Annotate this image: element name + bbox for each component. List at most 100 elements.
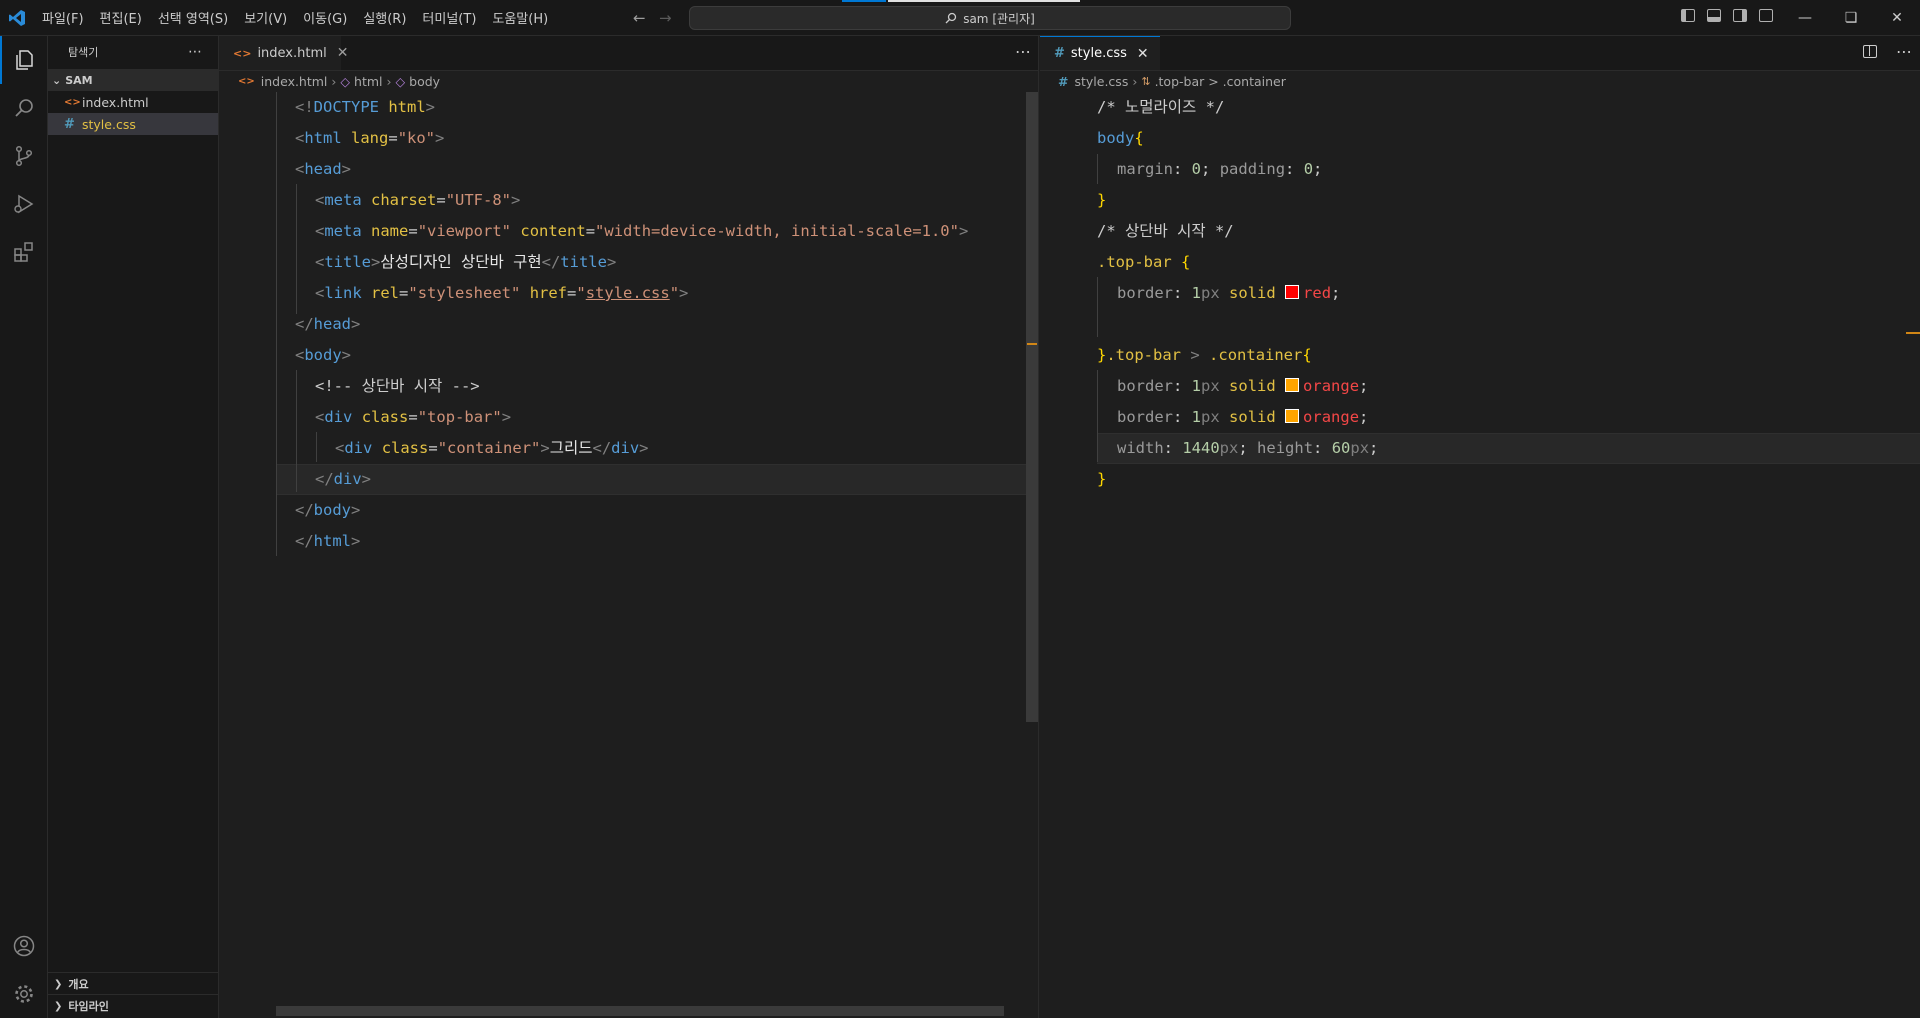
back-arrow-icon[interactable]: ← xyxy=(633,9,646,27)
explorer-icon[interactable] xyxy=(0,36,47,84)
element-icon: ◇ xyxy=(340,73,351,89)
breadcrumb-file[interactable]: index.html xyxy=(261,74,328,89)
code-line: <meta charset="UTF-8"> xyxy=(315,191,521,209)
breadcrumb-selector[interactable]: .top-bar > .container xyxy=(1155,74,1286,89)
file-item-style-css[interactable]: # style.css xyxy=(48,113,218,135)
left-tab-bar: <> index.html ✕ ⋯ xyxy=(219,36,1039,71)
file-item-index-html[interactable]: <> index.html xyxy=(48,91,218,113)
overview-ruler-marker xyxy=(1906,332,1920,334)
code-line: <link rel="stylesheet" href="style.css"> xyxy=(315,284,689,302)
close-tab-icon[interactable]: ✕ xyxy=(337,45,349,61)
toggle-panel-icon[interactable] xyxy=(1707,9,1721,22)
code-line: </html> xyxy=(295,532,361,550)
title-progress-accent xyxy=(842,0,886,2)
menu-selection[interactable]: 선택 영역(S) xyxy=(150,8,236,27)
folder-name: SAM xyxy=(65,73,93,87)
html-code-area[interactable]: <!DOCTYPE html> <html lang="ko"> <head> <me… xyxy=(295,92,1025,652)
code-line: body{ xyxy=(1097,129,1144,147)
folder-header[interactable]: ⌄ SAM xyxy=(48,69,218,91)
breadcrumb: # style.css › ⇅ .top-bar > .container xyxy=(1058,70,1286,92)
minimize-icon[interactable]: — xyxy=(1782,0,1828,35)
css-icon: # xyxy=(64,116,75,132)
tab-label: style.css xyxy=(1070,46,1127,61)
css-code-area[interactable]: /* 노멀라이즈 */ body{margin: 0; padding: 0;} /… xyxy=(1097,92,1897,532)
indent-guide xyxy=(276,92,277,556)
menu-terminal[interactable]: 터미널(T) xyxy=(414,8,484,27)
menu-view[interactable]: 보기(V) xyxy=(236,8,295,27)
activity-bar xyxy=(0,36,48,1018)
chevron-down-icon: ⌄ xyxy=(52,73,62,87)
chevron-right-icon: › xyxy=(386,73,392,89)
breadcrumb: <> index.html › ◇ html › ◇ body xyxy=(238,70,440,92)
selector-icon: ⇅ xyxy=(1141,74,1151,88)
timeline-label: 타임라인 xyxy=(68,1000,109,1013)
menu-bar: 파일(F) 편집(E) 선택 영역(S) 보기(V) 이동(G) 실행(R) 터… xyxy=(34,0,556,35)
html-icon: <> xyxy=(238,75,255,87)
layout-controls xyxy=(1681,9,1773,22)
toggle-primary-sidebar-icon[interactable] xyxy=(1681,9,1695,22)
code-line: <meta name="viewport" content="width=dev… xyxy=(315,222,969,240)
breadcrumb-body[interactable]: body xyxy=(409,74,440,89)
menu-help[interactable]: 도움말(H) xyxy=(484,8,556,27)
editor-more-actions-icon[interactable]: ⋯ xyxy=(1015,42,1031,61)
menu-go[interactable]: 이동(G) xyxy=(295,8,355,27)
toggle-secondary-sidebar-icon[interactable] xyxy=(1733,9,1747,22)
tab-style-css[interactable]: # style.css ✕ xyxy=(1040,36,1160,70)
code-line: /* 노멀라이즈 */ xyxy=(1097,98,1225,116)
code-line: margin: 0; padding: 0; xyxy=(1117,160,1323,178)
menu-file[interactable]: 파일(F) xyxy=(34,8,92,27)
extensions-icon[interactable] xyxy=(0,228,47,276)
chevron-right-icon: › xyxy=(1132,73,1138,89)
html-icon: <> xyxy=(233,46,252,60)
breadcrumb-html[interactable]: html xyxy=(354,74,382,89)
chevron-right-icon: ❯ xyxy=(54,1000,63,1012)
horizontal-scrollbar-thumb[interactable] xyxy=(276,1006,1004,1016)
menu-run[interactable]: 실행(R) xyxy=(355,8,414,27)
explorer-sidebar: 탐색기 ⋯ ⌄ SAM <> index.html # style.css ❯ … xyxy=(48,36,219,1018)
explorer-title: 탐색기 xyxy=(68,46,99,59)
search-icon[interactable] xyxy=(0,84,47,132)
restore-icon[interactable]: ❏ xyxy=(1828,0,1874,35)
customize-layout-icon[interactable] xyxy=(1759,9,1773,22)
close-tab-icon[interactable]: ✕ xyxy=(1137,46,1149,62)
code-line: <body> xyxy=(295,346,352,364)
command-center[interactable]: sam [관리자] xyxy=(689,6,1291,30)
code-line: <div class="container">그리드</div> xyxy=(335,439,649,457)
editor-more-actions-icon[interactable]: ⋯ xyxy=(1896,42,1912,61)
title-bar: 파일(F) 편집(E) 선택 영역(S) 보기(V) 이동(G) 실행(R) 터… xyxy=(0,0,1920,36)
run-debug-icon[interactable] xyxy=(0,180,47,228)
code-line: <!-- 상단바 시작 --> xyxy=(315,377,480,395)
more-actions-icon[interactable]: ⋯ xyxy=(188,44,203,60)
code-line: </head> xyxy=(295,315,361,333)
tab-index-html[interactable]: <> index.html ✕ xyxy=(219,36,348,70)
command-center-label: sam [관리자] xyxy=(963,11,1035,26)
css-icon: # xyxy=(1058,73,1069,89)
code-line: } xyxy=(1097,470,1107,488)
chevron-right-icon: › xyxy=(331,73,337,89)
forward-arrow-icon[interactable]: → xyxy=(659,9,672,27)
settings-gear-icon[interactable] xyxy=(0,970,47,1018)
code-line: border: 1px solid orange; xyxy=(1117,408,1369,426)
code-line: <html lang="ko"> xyxy=(295,129,445,147)
menu-edit[interactable]: 편집(E) xyxy=(92,8,150,27)
code-line: <title>삼성디자인 상단바 구현</title> xyxy=(315,253,617,271)
chevron-right-icon: ❯ xyxy=(54,978,63,990)
breadcrumb-file[interactable]: style.css xyxy=(1074,74,1128,89)
code-line: </div> xyxy=(315,470,372,488)
close-window-icon[interactable]: ✕ xyxy=(1874,0,1920,35)
code-line: <!DOCTYPE html> xyxy=(295,98,436,116)
source-control-icon[interactable] xyxy=(0,132,47,180)
right-tab-bar: # style.css ✕ ⋯ xyxy=(1040,36,1920,71)
vscode-logo-icon xyxy=(9,10,25,26)
outline-section[interactable]: ❯ 개요 xyxy=(48,972,218,995)
editor-divider[interactable] xyxy=(1038,36,1039,1018)
account-icon[interactable] xyxy=(0,922,47,970)
outline-label: 개요 xyxy=(68,978,89,991)
css-icon: # xyxy=(1054,46,1065,61)
split-editor-icon[interactable] xyxy=(1863,45,1877,58)
element-icon: ◇ xyxy=(395,73,406,89)
title-progress-track xyxy=(888,0,1080,2)
timeline-section[interactable]: ❯ 타임라인 xyxy=(48,994,218,1017)
file-name: index.html xyxy=(82,94,149,110)
vertical-scrollbar-thumb[interactable] xyxy=(1026,92,1038,722)
